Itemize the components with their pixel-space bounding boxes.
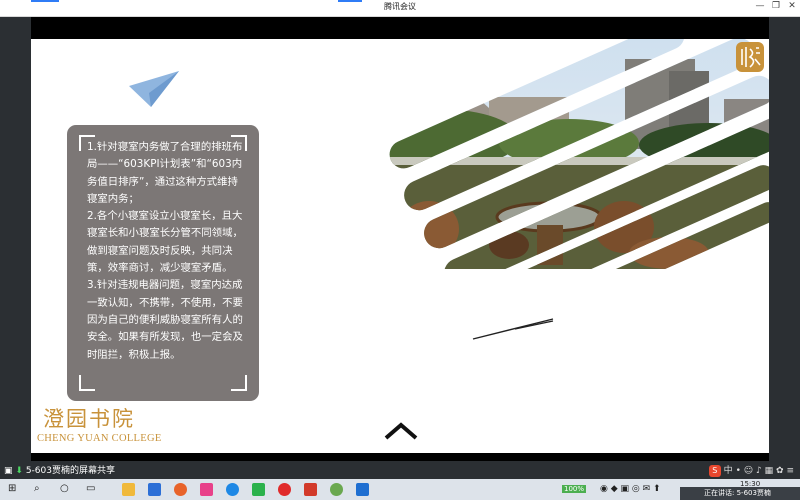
window-title: 腾讯会议 (384, 2, 416, 11)
edge-icon[interactable] (226, 483, 239, 496)
speaking-notification: 正在讲话: 5-603贾楠 (680, 487, 800, 500)
college-seal-logo (736, 42, 764, 72)
firefox-icon[interactable] (174, 483, 187, 496)
wechat-icon[interactable] (252, 483, 265, 496)
campus-photo-collage (385, 39, 769, 269)
ime-punct-icon[interactable]: • (736, 466, 741, 476)
presentation-slide: 1.针对寝室内务做了合理的排班布局——“603KPI计划表”和“603内务值日排… (31, 39, 769, 453)
restore-button[interactable]: ❐ (768, 1, 784, 11)
ime-voice-icon[interactable]: ♪ (756, 466, 762, 476)
task-view-icon[interactable]: ▭ (86, 483, 95, 494)
battery-indicator[interactable]: 100% (562, 485, 587, 493)
slide-paragraph: 1.针对寝室内务做了合理的排班布局——“603KPI计划表”和“603内务值日排… (87, 141, 243, 205)
file-explorer-icon[interactable] (122, 483, 135, 496)
content-text-box: 1.针对寝室内务做了合理的排班布局——“603KPI计划表”和“603内务值日排… (67, 125, 259, 401)
wps-icon[interactable] (304, 483, 317, 496)
screen-share-text: 5-603贾楠的屏幕共享 (25, 466, 115, 476)
minimize-button[interactable]: — (752, 1, 768, 11)
slide-letterbox-top (31, 17, 769, 39)
app-blue-icon[interactable] (148, 483, 161, 496)
slide-letterbox-bottom (31, 453, 769, 461)
tencent-meeting-icon[interactable] (356, 483, 369, 496)
college-name-chinese: 澄园书院 (43, 407, 135, 431)
ime-keyboard-icon[interactable]: ▦ (765, 466, 774, 476)
slide-body-text: 1.针对寝室内务做了合理的排班布局——“603KPI计划表”和“603内务值日排… (87, 139, 245, 364)
slide-paragraph: 3.针对违规电器问题，寝室内达成一致认知，不携带，不使用，不要因为自己的便利威胁… (87, 279, 243, 361)
slide-paragraph: 2.各个小寝室设立小寝室长，且大寝室长和小寝室长分管不同领域，做到寝室问题及时反… (87, 210, 243, 275)
decorative-lines (472, 318, 554, 340)
app-green-icon[interactable] (330, 483, 343, 496)
ime-toolbar[interactable]: S 中 • ☺ ♪ ▦ ✿ ≡ (708, 463, 794, 477)
chevron-up-icon[interactable] (384, 422, 418, 440)
bracket-corner-bottom-right (231, 375, 247, 391)
screen-share-icon: ▣ (4, 466, 13, 476)
bracket-corner-bottom-left (79, 375, 95, 391)
sogou-ime-icon[interactable]: S (708, 465, 721, 477)
ime-menu-icon[interactable]: ≡ (786, 466, 794, 476)
ime-emoji-icon[interactable]: ☺ (744, 466, 753, 476)
netease-music-icon[interactable] (278, 483, 291, 496)
screen-share-label: ▣ ⬇ 5-603贾楠的屏幕共享 (4, 463, 115, 476)
app-pink-icon[interactable] (200, 483, 213, 496)
close-button[interactable]: ✕ (784, 1, 800, 11)
ime-skin-icon[interactable]: ✿ (776, 466, 784, 476)
mic-icon: ⬇ (15, 466, 23, 476)
tray-icons[interactable]: ◉ ◆ ▣ ◎ ✉ ⬆ (600, 484, 661, 494)
cortana-icon[interactable]: ○ (60, 483, 69, 494)
window-titlebar: 腾讯会议 — ❐ ✕ (0, 0, 800, 17)
start-windows-icon[interactable]: ⊞ (8, 483, 16, 494)
screen-share-bar: ▣ ⬇ 5-603贾楠的屏幕共享 S 中 • ☺ ♪ ▦ ✿ ≡ (0, 461, 800, 479)
search-icon[interactable]: ⌕ (34, 483, 40, 494)
paper-plane-icon (129, 71, 179, 107)
college-name-english: CHENG YUAN COLLEGE (37, 433, 162, 444)
ime-lang-icon[interactable]: 中 (724, 466, 733, 476)
